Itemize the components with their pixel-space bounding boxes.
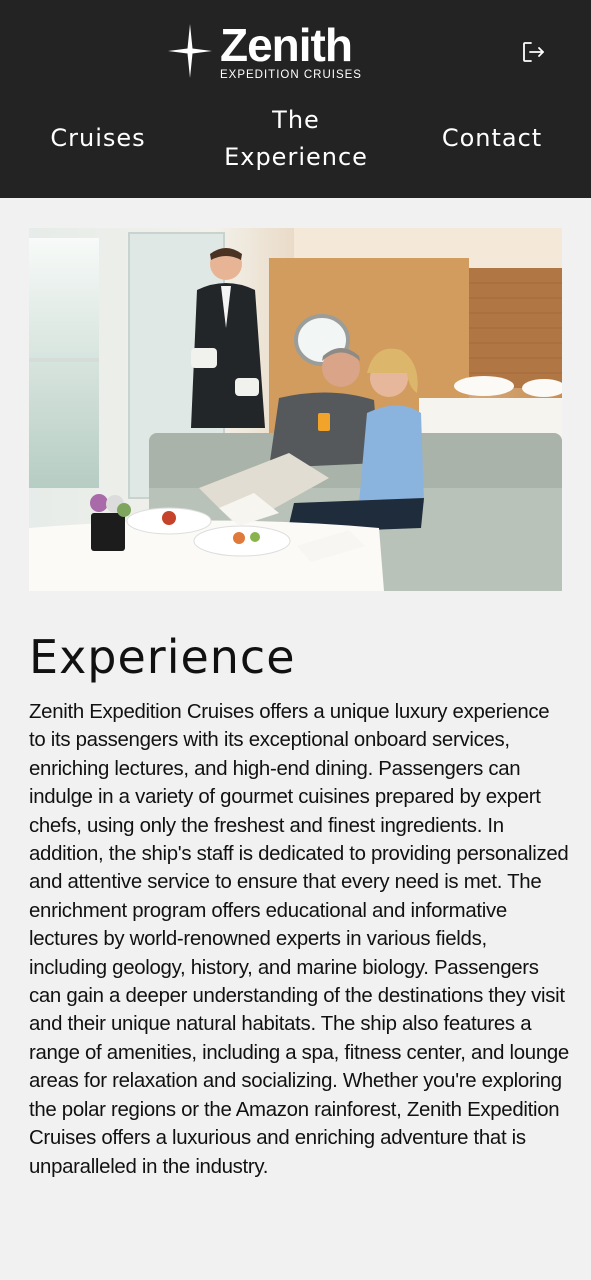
nav-the-experience[interactable]: The Experience [206,102,386,176]
hero-image [29,228,562,591]
logout-icon [523,42,544,62]
nav-cruises[interactable]: Cruises [42,120,154,157]
logo-wordmark: Zenith EXPEDITION CRUISES [220,22,362,81]
brand-name: Zenith [220,19,353,71]
suite-illustration [29,228,562,591]
logout-button[interactable] [518,37,548,67]
main-nav: Cruises The Experience Contact [0,98,591,178]
main-content: Experience Zenith Expedition Cruises off… [29,628,569,1181]
page-title: Experience [29,630,296,684]
brand-subtitle: EXPEDITION CRUISES [220,69,362,81]
site-header: Zenith EXPEDITION CRUISES Cruises The Ex… [0,0,591,198]
four-point-star-icon [168,24,212,78]
experience-description: Zenith Expedition Cruises offers a uniqu… [29,701,569,1178]
brand-logo[interactable]: Zenith EXPEDITION CRUISES [168,22,362,81]
nav-contact[interactable]: Contact [430,120,554,157]
